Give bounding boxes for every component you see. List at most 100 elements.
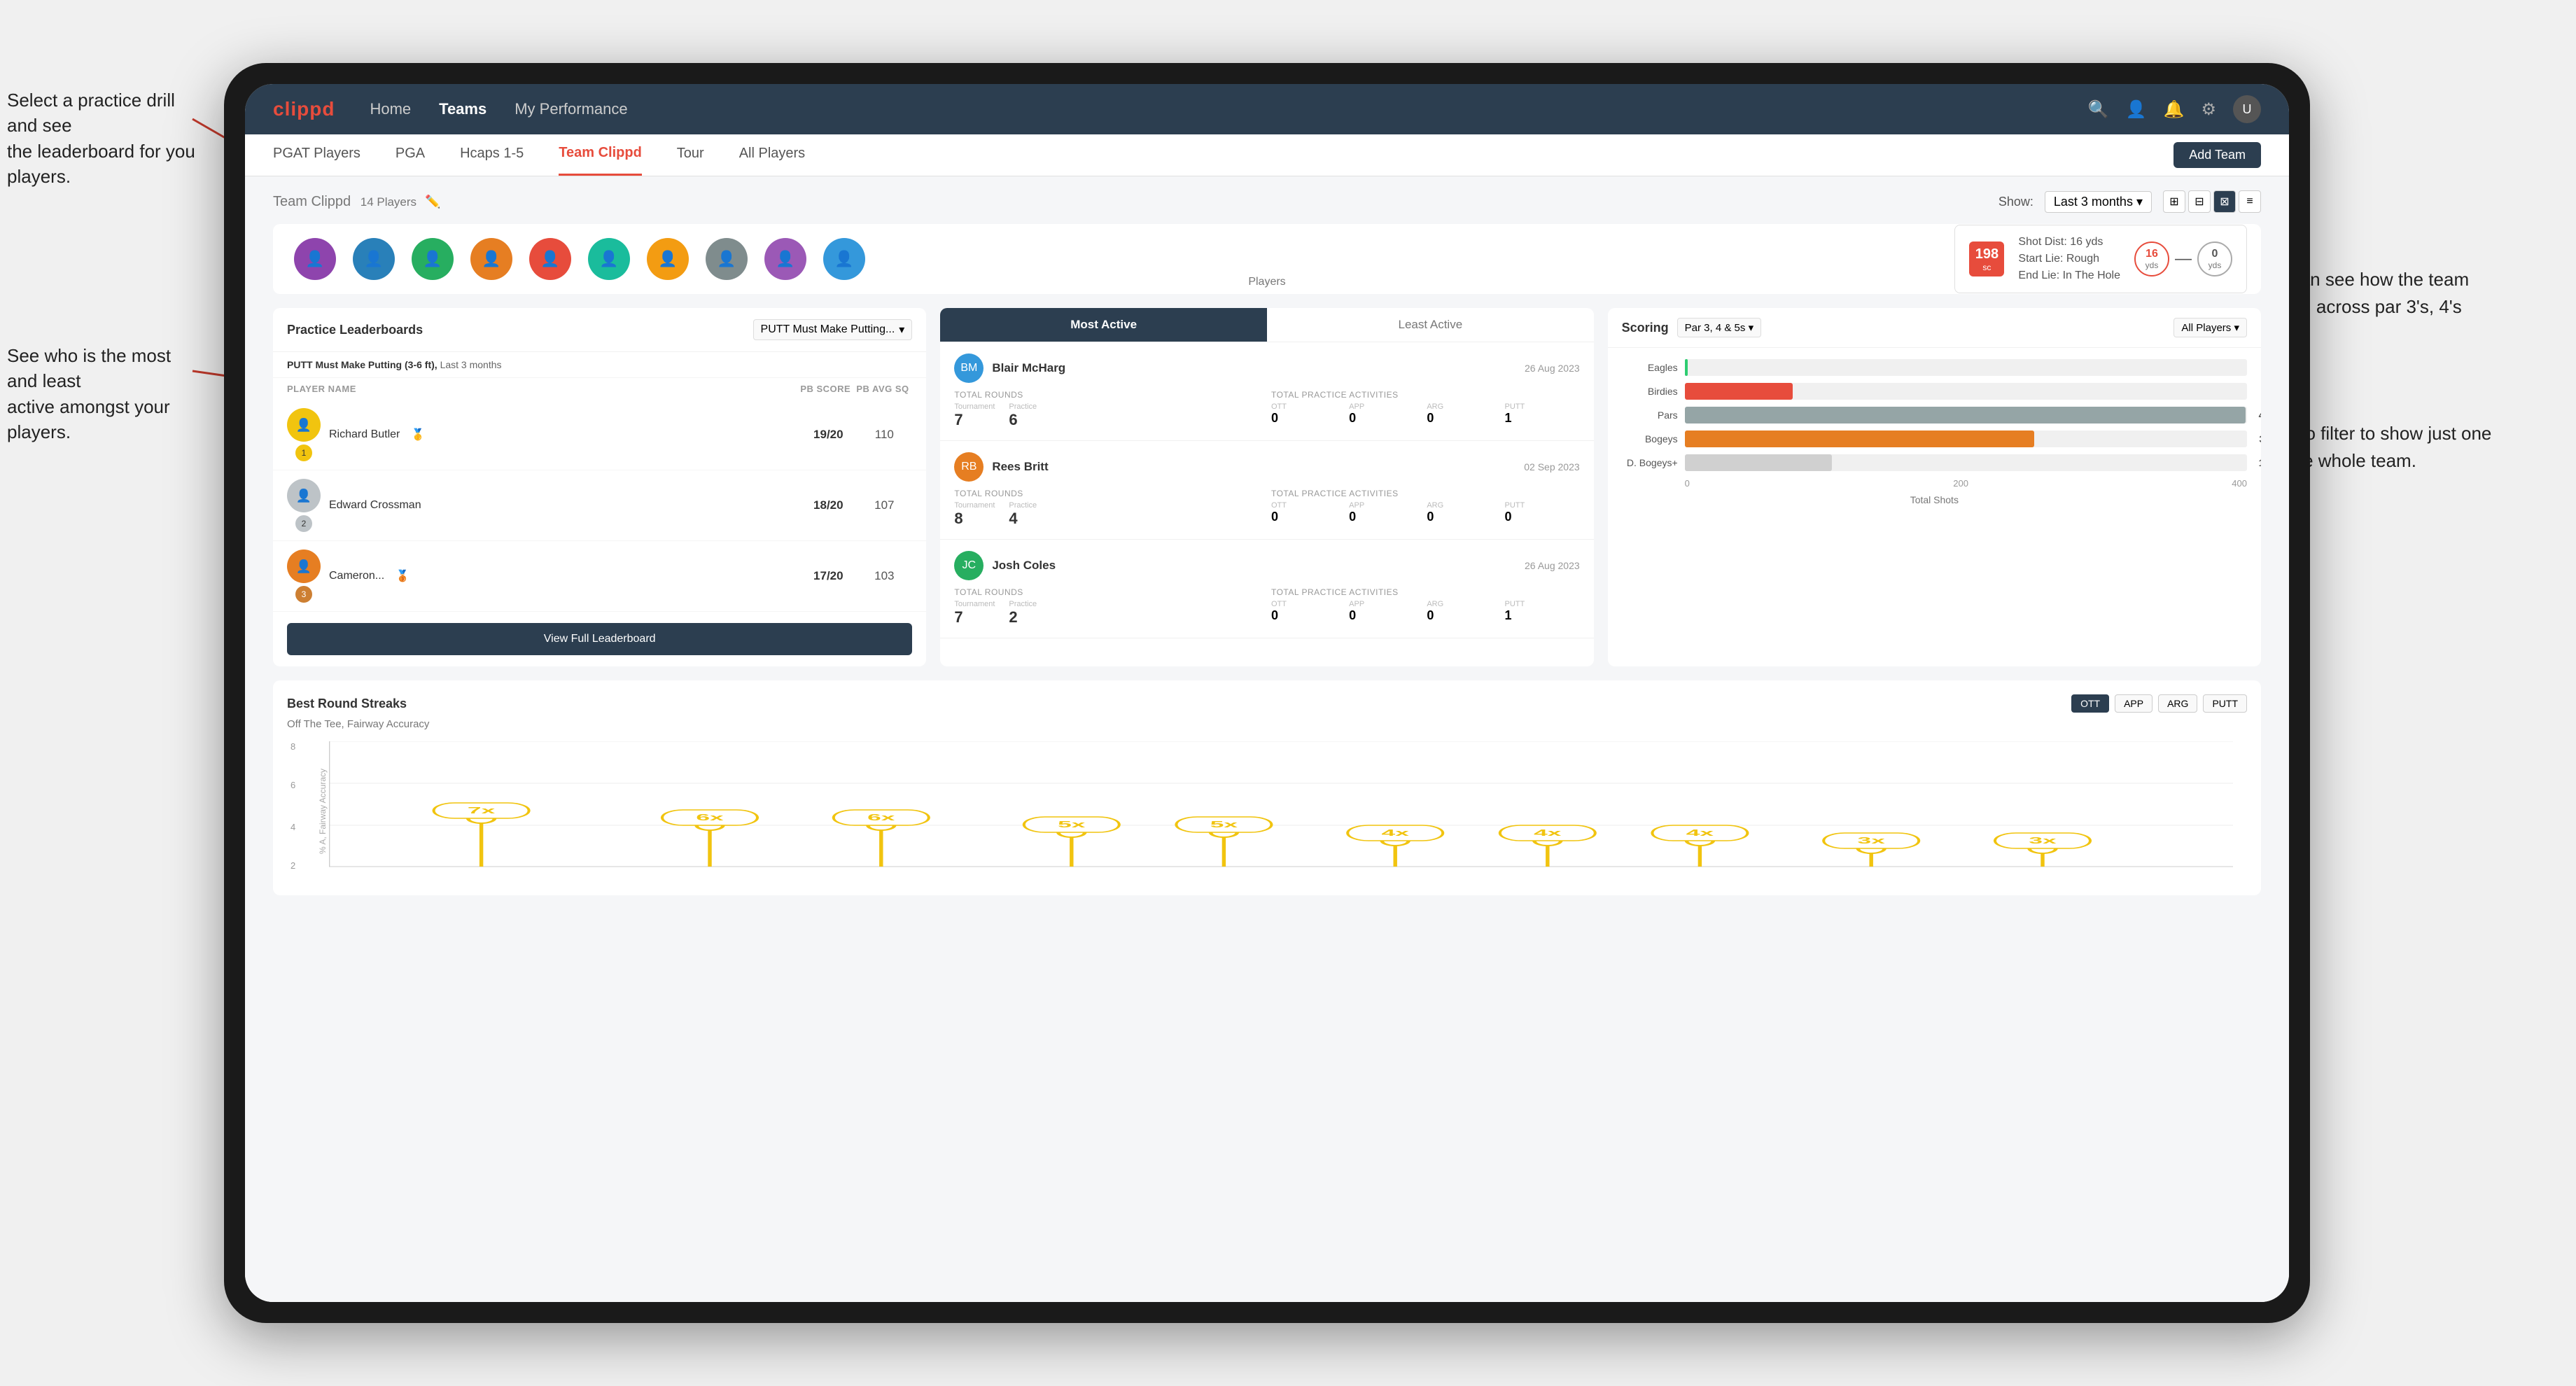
streaks-chart-svg: 7x 6x 6x: [329, 741, 2233, 867]
activity-avatar-1: BM: [954, 354, 983, 383]
lb-avg-2: 107: [856, 498, 912, 512]
player-avatar-4[interactable]: 👤: [470, 238, 512, 280]
least-active-tab[interactable]: Least Active: [1267, 308, 1594, 342]
shot-dist-label: Shot Dist: 16 yds: [2018, 234, 2120, 251]
players-label: Players: [1248, 276, 1285, 288]
tournament-label-2: Tournament: [954, 501, 995, 510]
subnav: PGAT Players PGA Hcaps 1-5 Team Clippd T…: [245, 134, 2289, 176]
activity-player-1: BM Blair McHarg 26 Aug 2023 Total Rounds…: [940, 342, 1593, 441]
annotation-bottom-left-text: See who is the most and least active amo…: [7, 345, 171, 442]
bogeys-label: Bogeys: [1622, 433, 1678, 444]
lb-col-avg: PB AVG SQ: [856, 384, 912, 394]
player-avatar-5[interactable]: 👤: [529, 238, 571, 280]
lb-player-3: 👤 3 Cameron... 🥉: [287, 550, 800, 603]
search-icon[interactable]: 🔍: [2088, 99, 2109, 120]
putt-label-3: PUTT: [1504, 600, 1579, 608]
practice-label-2: Practice: [1009, 501, 1037, 510]
shot-circle-1: 16 yds: [2134, 241, 2169, 276]
activity-name-3: Josh Coles: [992, 559, 1056, 573]
nav-my-performance[interactable]: My Performance: [514, 100, 627, 118]
lb-name-3: Cameron...: [329, 570, 384, 582]
streaks-header: Best Round Streaks OTT APP ARG PUTT: [287, 694, 2247, 713]
subnav-all-players[interactable]: All Players: [739, 134, 805, 176]
scoring-bar-bogeys: Bogeys 311: [1622, 430, 2247, 447]
nav-teams[interactable]: Teams: [439, 100, 486, 118]
show-period-value: Last 3 months: [2054, 195, 2133, 209]
shot-unit: sc: [1982, 262, 1991, 272]
eagles-fill: [1685, 359, 1688, 376]
show-period-select[interactable]: Last 3 months ▾: [2045, 191, 2152, 213]
par-filter-select[interactable]: Par 3, 4 & 5s ▾: [1677, 318, 1761, 337]
player-avatar-2[interactable]: 👤: [353, 238, 395, 280]
leaderboard-title: Practice Leaderboards: [287, 323, 423, 337]
edit-icon[interactable]: ✏️: [425, 195, 440, 209]
player-avatar-7[interactable]: 👤: [647, 238, 689, 280]
tournament-label-1: Tournament: [954, 402, 995, 411]
tournament-value-3: 7: [954, 608, 995, 626]
dbogeys-value: 131: [2259, 457, 2261, 468]
lb-player-2: 👤 2 Edward Crossman: [287, 479, 800, 532]
chevron-down-icon: ▾: [1749, 322, 1754, 334]
app-value-3: 0: [1349, 608, 1424, 623]
bronze-medal-icon: 🥉: [396, 569, 410, 583]
streaks-filter-ott[interactable]: OTT: [2071, 694, 2109, 713]
x-axis-0: 0: [1685, 478, 1690, 489]
view-list-icon[interactable]: ⊟: [2188, 190, 2211, 213]
view-card-icon[interactable]: ⊠: [2213, 190, 2236, 213]
player-avatar-10[interactable]: 👤: [823, 238, 865, 280]
activity-player-2-info: RB Rees Britt: [954, 452, 1048, 482]
settings-icon[interactable]: ⚙: [2201, 99, 2216, 120]
leaderboard-subtitle-text: PUTT Must Make Putting (3-6 ft),: [287, 359, 438, 370]
practice-grid-1: OTT 0 APP 0 ARG 0: [1271, 402, 1580, 426]
player-avatar-3[interactable]: 👤: [412, 238, 454, 280]
eagles-bar: 3: [1685, 359, 2247, 376]
player-filter-value: All Players: [2181, 322, 2231, 334]
streaks-filter-arg[interactable]: ARG: [2158, 694, 2197, 713]
player-avatar-6[interactable]: 👤: [588, 238, 630, 280]
rounds-label-3: Total Rounds: [954, 587, 1263, 597]
streaks-filter-app[interactable]: APP: [2115, 694, 2152, 713]
streaks-filter-putt[interactable]: PUTT: [2203, 694, 2247, 713]
drill-select[interactable]: PUTT Must Make Putting... ▾: [753, 319, 913, 340]
show-label: Show:: [1998, 195, 2033, 209]
view-grid-icon[interactable]: ⊞: [2163, 190, 2185, 213]
player-avatar-9[interactable]: 👤: [764, 238, 806, 280]
player-avatar-8[interactable]: 👤: [706, 238, 748, 280]
dbogeys-bar: 131: [1685, 454, 2247, 471]
app-value-1: 0: [1349, 411, 1424, 426]
practice-value-2: 4: [1009, 510, 1037, 528]
table-row: 👤 2 Edward Crossman 18/20 107: [273, 470, 926, 541]
shot-info: Shot Dist: 16 yds Start Lie: Rough End L…: [2018, 234, 2120, 284]
rounds-label-2: Total Rounds: [954, 489, 1263, 498]
practice-grid-2: OTT0 APP0 ARG0 PUTT0: [1271, 501, 1580, 524]
most-active-tab[interactable]: Most Active: [940, 308, 1267, 342]
tournament-label-3: Tournament: [954, 600, 995, 608]
y-axis-bottom: 2: [290, 860, 295, 871]
user-avatar[interactable]: U: [2233, 95, 2261, 123]
navbar-links: Home Teams My Performance: [370, 100, 2052, 118]
add-team-button[interactable]: Add Team: [2174, 142, 2261, 168]
view-table-icon[interactable]: ≡: [2239, 190, 2261, 213]
subnav-pga[interactable]: PGA: [396, 134, 425, 176]
dbogeys-label: D. Bogeys+: [1622, 457, 1678, 468]
scoring-chart: Eagles 3 Birdies 96: [1608, 348, 2261, 517]
total-rounds-2: Total Rounds Tournament 8 Practice 4: [954, 489, 1263, 528]
subnav-tour[interactable]: Tour: [677, 134, 704, 176]
shot-circle2-unit: yds: [2208, 260, 2222, 270]
rounds-values-2: Tournament 8 Practice 4: [954, 501, 1263, 528]
view-full-leaderboard-button[interactable]: View Full Leaderboard: [287, 623, 912, 655]
activity-stats-1: Total Rounds Tournament 7 Practice 6: [954, 390, 1579, 429]
subnav-pgat[interactable]: PGAT Players: [273, 134, 360, 176]
subnav-team-clippd[interactable]: Team Clippd: [559, 134, 642, 176]
activity-player-3: JC Josh Coles 26 Aug 2023 Total Rounds T…: [940, 540, 1593, 638]
svg-text:6x: 6x: [696, 812, 724, 822]
player-avatar-1[interactable]: 👤: [294, 238, 336, 280]
nav-home[interactable]: Home: [370, 100, 411, 118]
tournament-value-2: 8: [954, 510, 995, 528]
subnav-hcaps[interactable]: Hcaps 1-5: [460, 134, 524, 176]
practice-activities-label-3: Total Practice Activities: [1271, 587, 1580, 597]
users-icon[interactable]: 👤: [2126, 99, 2147, 120]
table-row: 👤 1 Richard Butler 🥇 19/20 110: [273, 400, 926, 470]
bell-icon[interactable]: 🔔: [2164, 99, 2185, 120]
player-filter-select[interactable]: All Players ▾: [2174, 318, 2247, 337]
